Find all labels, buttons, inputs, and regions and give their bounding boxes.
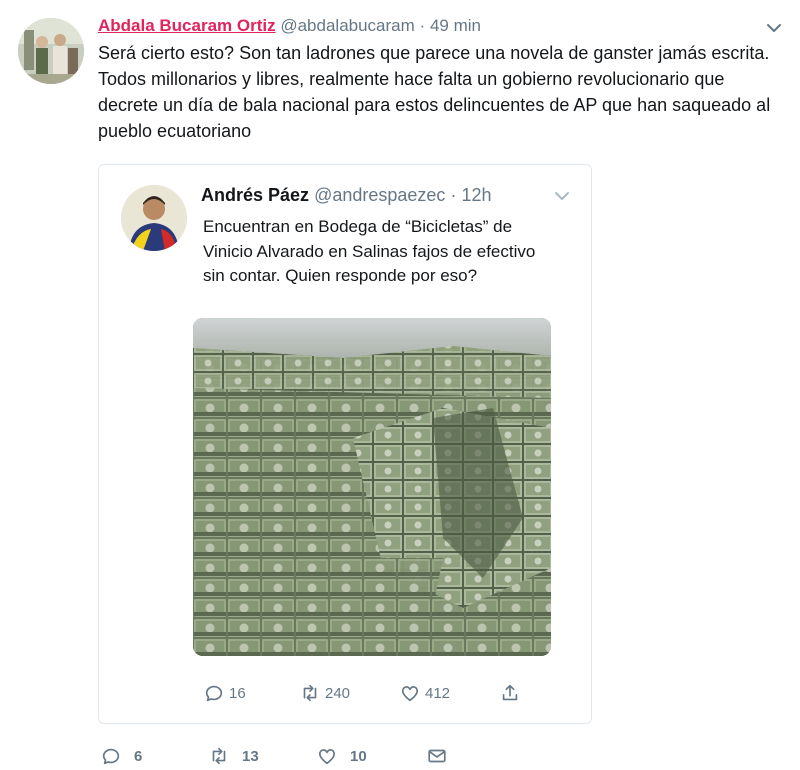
separator-dot: ·: [419, 16, 426, 35]
retweet-icon: [303, 684, 317, 702]
quoted-reply-count: 16: [229, 684, 246, 702]
quoted-share-button[interactable]: [499, 681, 525, 705]
chevron-down-icon[interactable]: [764, 18, 784, 38]
quoted-retweet-count: 240: [325, 684, 351, 702]
retweet-count: 13: [242, 747, 259, 765]
quoted-reply-button[interactable]: 16: [203, 681, 246, 705]
quoted-header: Andrés Páez @andrespaezec · 12h: [201, 183, 492, 207]
reply-count: 6: [134, 747, 143, 765]
share-icon: [502, 684, 518, 701]
quoted-like-button[interactable]: 412: [399, 681, 450, 705]
quoted-like-count: 412: [425, 684, 451, 702]
quoted-author-handle[interactable]: @andrespaezec: [314, 185, 445, 205]
heart-icon: [318, 749, 336, 765]
tweet-header: Abdala Bucaram Ortiz @abdalabucaram · 49…: [98, 14, 481, 38]
like-button[interactable]: 10: [316, 744, 367, 768]
direct-message-button[interactable]: [426, 744, 460, 768]
quoted-actions-bar: 16 240 412: [203, 681, 543, 705]
retweet-icon: [212, 747, 226, 765]
quoted-author-name[interactable]: Andrés Páez: [201, 185, 309, 205]
like-count: 10: [350, 747, 367, 765]
tweet-actions-bar: 6 13 10: [100, 744, 480, 768]
reply-button[interactable]: 6: [100, 744, 142, 768]
heart-icon: [401, 686, 419, 702]
reply-icon: [102, 748, 120, 765]
money-photo[interactable]: [193, 318, 551, 656]
author-name[interactable]: Abdala Bucaram Ortiz: [98, 16, 276, 35]
quoted-tweet-text: Encuentran en Bodega de “Bicicletas” de …: [203, 217, 536, 285]
author-handle[interactable]: @abdalabucaram: [280, 16, 414, 35]
separator-dot: ·: [450, 185, 457, 205]
tweet[interactable]: Abdala Bucaram Ortiz @abdalabucaram · 49…: [0, 0, 800, 770]
quoted-retweet-button[interactable]: 240: [299, 681, 350, 705]
reply-icon: [205, 685, 223, 702]
author-avatar[interactable]: [18, 18, 84, 84]
timestamp[interactable]: 49 min: [430, 16, 481, 35]
retweet-button[interactable]: 13: [208, 744, 259, 768]
tweet-text: Será cierto esto? Son tan ladrones que p…: [98, 43, 771, 141]
envelope-icon: [428, 749, 446, 763]
quoted-timestamp[interactable]: 12h: [461, 185, 491, 205]
chevron-down-icon[interactable]: [553, 187, 571, 205]
quoted-author-avatar[interactable]: [121, 185, 187, 251]
quoted-tweet[interactable]: Andrés Páez @andrespaezec · 12h Encuentr…: [98, 164, 592, 724]
